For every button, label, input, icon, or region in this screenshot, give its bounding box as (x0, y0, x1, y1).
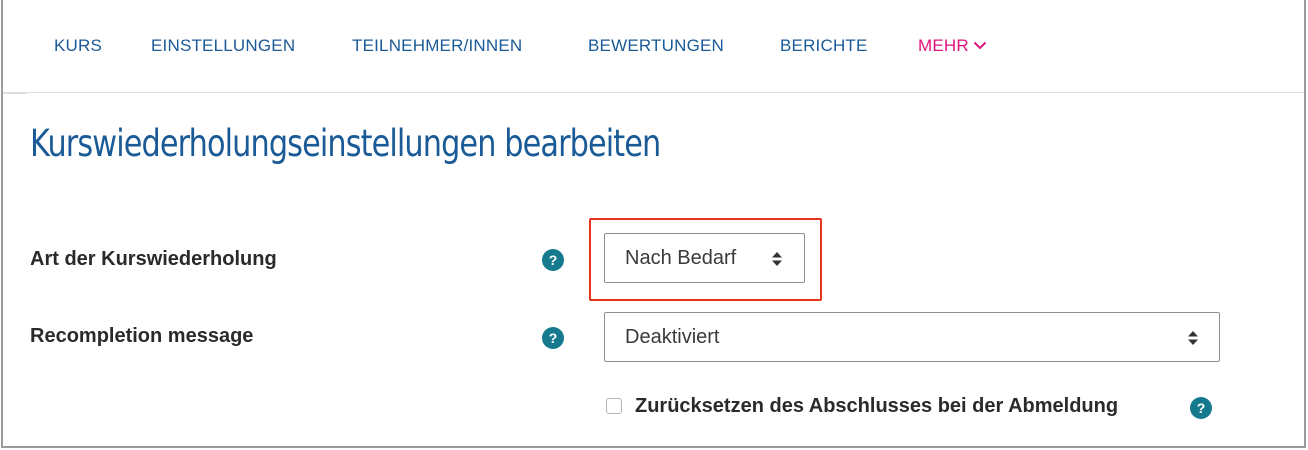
nav-item-teilnehmer[interactable]: TEILNEHMER/INNEN (352, 36, 522, 56)
reset-on-unenrol-label: Zurücksetzen des Abschlusses bei der Abm… (635, 395, 1119, 417)
nav-item-bewertungen[interactable]: BEWERTUNGEN (588, 36, 724, 56)
select-arrows-icon (1188, 331, 1198, 345)
divider (3, 93, 27, 94)
page-title: Kurswiederholungseinstellungen bearbeite… (30, 122, 661, 165)
help-icon[interactable]: ? (542, 249, 564, 271)
recompletion-message-select[interactable]: Deaktiviert (604, 312, 1220, 362)
course-nav: KURS EINSTELLUNGEN TEILNEHMER/INNEN BEWE… (3, 0, 1304, 93)
recurrence-type-select[interactable]: Nach Bedarf (604, 233, 805, 283)
help-icon[interactable]: ? (542, 327, 564, 349)
page-frame: KURS EINSTELLUNGEN TEILNEHMER/INNEN BEWE… (1, 0, 1306, 448)
nav-item-berichte[interactable]: BERICHTE (780, 36, 868, 56)
nav-item-einstellungen[interactable]: EINSTELLUNGEN (151, 36, 295, 56)
help-icon[interactable]: ? (1190, 397, 1212, 419)
reset-on-unenrol-checkbox[interactable] (606, 398, 622, 414)
recompletion-message-label: Recompletion message (30, 325, 254, 347)
nav-more-label: MEHR (918, 36, 969, 55)
recurrence-type-label: Art der Kurswiederholung (30, 248, 277, 270)
recompletion-message-value: Deaktiviert (625, 326, 720, 348)
recurrence-type-value: Nach Bedarf (625, 247, 737, 269)
chevron-down-icon (973, 41, 987, 49)
nav-item-kurs[interactable]: KURS (54, 36, 102, 56)
select-arrows-icon (772, 252, 782, 266)
nav-item-mehr[interactable]: MEHR (918, 36, 987, 56)
